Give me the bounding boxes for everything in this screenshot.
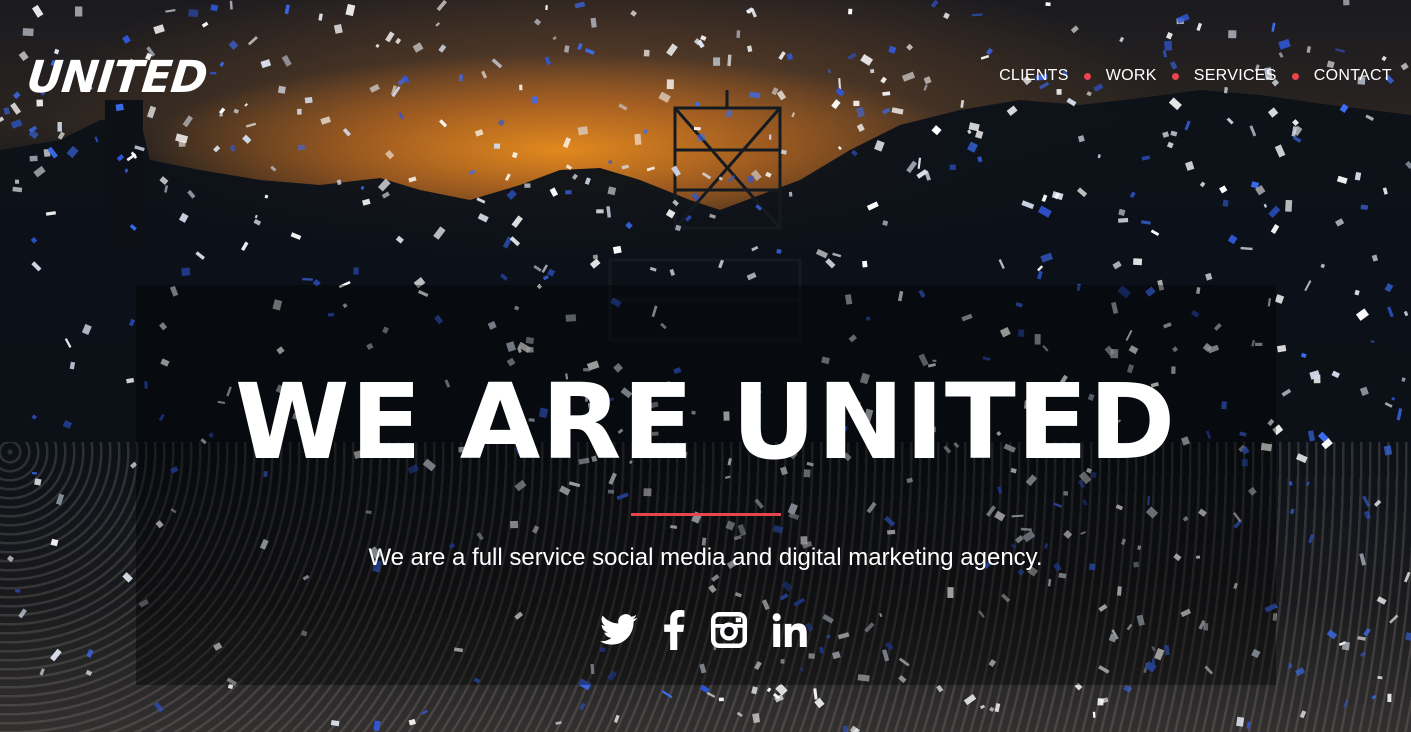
- social-links: [600, 608, 810, 652]
- linkedin-icon[interactable]: [772, 613, 810, 647]
- instagram-icon[interactable]: [710, 612, 747, 648]
- nav-separator-dot: [1083, 72, 1091, 80]
- nav-item-clients[interactable]: CLIENTS: [999, 66, 1069, 86]
- hero-divider: [631, 513, 781, 516]
- nav-item-contact[interactable]: CONTACT: [1314, 66, 1392, 86]
- twitter-icon[interactable]: [600, 614, 638, 646]
- nav-item-work[interactable]: WORK: [1106, 66, 1157, 86]
- nav-item-services[interactable]: SERVICES: [1194, 66, 1277, 86]
- hero-subtitle: We are a full service social media and d…: [368, 544, 1043, 571]
- main-nav: CLIENTS WORK SERVICES CONTACT: [999, 66, 1392, 86]
- hero-section: UNITED CLIENTS WORK SERVICES CONTACT WE …: [0, 0, 1411, 732]
- nav-separator-dot: [1171, 72, 1179, 80]
- facebook-icon[interactable]: [663, 610, 685, 650]
- hero-title: WE ARE UNITED: [234, 361, 1177, 483]
- nav-separator-dot: [1291, 72, 1299, 80]
- logo[interactable]: UNITED: [24, 52, 209, 103]
